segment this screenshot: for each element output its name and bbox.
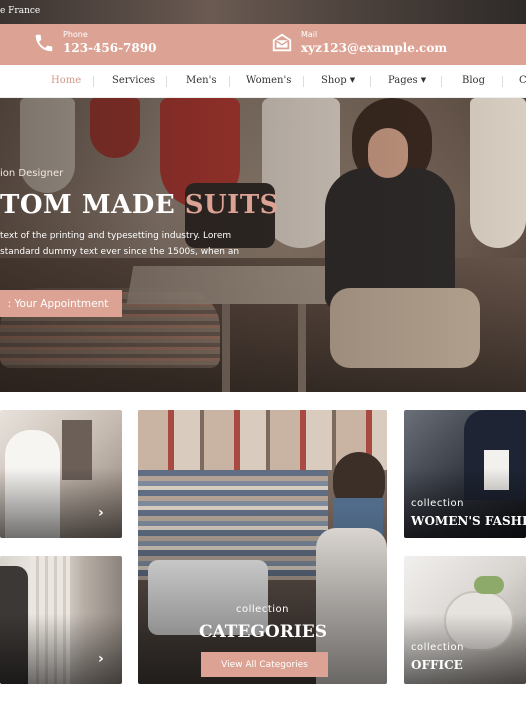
phone-label: Phone <box>63 30 88 39</box>
collection-card-office[interactable]: collection OFFICE <box>404 556 526 684</box>
hero-description-line: standard dummy text ever since the 1500s… <box>0 247 240 257</box>
page: e France Phone 123-456-7890 Mail xyz123@… <box>0 0 526 702</box>
nav-divider <box>166 76 167 87</box>
card-tag: collection <box>236 604 289 615</box>
hero-subtitle: ion Designer <box>0 168 64 179</box>
collection-card-categories[interactable]: collection CATEGORIES View All Categorie… <box>138 410 387 684</box>
card-title: WOMEN'S FASHIO <box>411 514 526 528</box>
hero-title: TOM MADE SUITS <box>0 190 279 220</box>
card-tag: collection <box>411 498 464 509</box>
chevron-down-icon: ▼ <box>349 76 356 84</box>
hero-description-line: text of the printing and typesetting ind… <box>0 231 232 241</box>
mail-label: Mail <box>301 30 318 39</box>
nav-item-womens[interactable]: Women's <box>246 75 291 86</box>
nav-item-pages-label: Pages <box>388 75 418 86</box>
nav-item-home[interactable]: Home <box>51 75 81 86</box>
chevron-right-icon[interactable]: › <box>98 505 104 521</box>
nav-item-services[interactable]: Services <box>112 75 155 86</box>
location-text: e France <box>0 6 41 16</box>
card-tag: collection <box>411 642 464 653</box>
mail-icon <box>271 32 293 54</box>
nav-divider <box>441 76 442 87</box>
phone-info[interactable]: Phone 123-456-7890 <box>33 30 156 56</box>
main-nav: Home Services Men's Women's Shop ▼ Pages ▼… <box>0 65 526 98</box>
nav-item-mens[interactable]: Men's <box>186 75 216 86</box>
phone-icon <box>33 32 55 54</box>
nav-item-shop-label: Shop <box>321 75 347 86</box>
mail-value[interactable]: xyz123@example.com <box>301 40 447 56</box>
nav-item-blog[interactable]: Blog <box>462 75 485 86</box>
collection-card-bridal[interactable]: › <box>0 410 122 538</box>
nav-divider <box>502 76 503 87</box>
chevron-right-icon[interactable]: › <box>98 651 104 667</box>
collection-card-womens-fashion[interactable]: collection WOMEN'S FASHIO <box>404 410 526 538</box>
contact-bar: Phone 123-456-7890 Mail xyz123@example.c… <box>0 24 526 65</box>
card-shade <box>138 410 387 684</box>
top-strip: e France <box>0 0 526 24</box>
hero-banner: ion Designer TOM MADE SUITS text of the … <box>0 98 526 392</box>
hero-title-accent: SUITS <box>184 190 279 220</box>
collection-card-dress[interactable]: › <box>0 556 122 684</box>
nav-item-contact[interactable]: C <box>519 75 526 86</box>
card-title: CATEGORIES <box>199 622 328 642</box>
hero-description: text of the printing and typesetting ind… <box>0 228 239 260</box>
nav-divider <box>370 76 371 87</box>
chevron-down-icon: ▼ <box>420 76 427 84</box>
phone-value[interactable]: 123-456-7890 <box>63 40 156 56</box>
nav-item-shop[interactable]: Shop ▼ <box>321 75 355 86</box>
nav-divider <box>229 76 230 87</box>
mail-info[interactable]: Mail xyz123@example.com <box>271 30 447 56</box>
nav-divider <box>93 76 94 87</box>
nav-item-pages[interactable]: Pages ▼ <box>388 75 426 86</box>
view-all-categories-button[interactable]: View All Categories <box>201 652 328 677</box>
appointment-button[interactable]: : Your Appointment <box>0 290 122 317</box>
hero-title-main: TOM MADE <box>0 190 185 220</box>
card-title: OFFICE <box>411 658 463 672</box>
nav-divider <box>303 76 304 87</box>
